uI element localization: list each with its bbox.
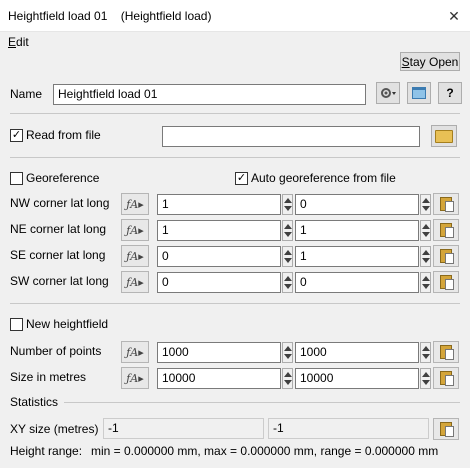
size-x-input[interactable]: 10000 [157,368,281,389]
corner-lat-input[interactable]: 0 [157,272,281,293]
corner-label: NW corner lat long [10,196,110,210]
spinner[interactable] [282,220,293,241]
spinner[interactable] [282,194,293,215]
new-heightfield-checkbox[interactable] [10,318,23,331]
read-from-file-label: Read from file [26,128,101,142]
georeference-label: Georeference [26,171,100,185]
spinner[interactable] [420,194,431,215]
browse-button[interactable] [431,125,457,147]
stay-open-label: tay Open [409,54,459,69]
close-button[interactable]: ✕ [446,8,462,24]
size-y-input[interactable]: 10000 [295,368,419,389]
stay-open-mnemonic: S [401,54,410,69]
spinner[interactable] [420,368,431,389]
corner-label: NE corner lat long [10,222,107,236]
help-button[interactable]: ? [438,82,462,104]
corner-lat-input[interactable]: 0 [157,246,281,267]
corner-long-input[interactable]: 1 [295,246,419,267]
expression-button[interactable]: ƒA▸ [121,219,149,241]
name-label: Name [10,87,43,101]
settings-button[interactable] [376,82,400,104]
clipboard-icon [440,275,454,290]
menu-edit-mnemonic: E [8,35,17,49]
stay-open-button[interactable]: Stay Open [400,52,460,71]
new-heightfield-label: New heightfield [26,317,109,331]
window-button[interactable] [407,82,431,104]
spinner[interactable] [420,246,431,267]
separator [10,303,460,304]
height-range-value: min = 0.000000 mm, max = 0.000000 mm, ra… [91,444,439,458]
spinner[interactable] [282,272,293,293]
points-y-input[interactable]: 1000 [295,342,419,363]
expression-button[interactable]: ƒA▸ [121,193,149,215]
number-of-points-label: Number of points [10,344,102,358]
auto-georeference-label: Auto georeference from file [251,171,396,185]
name-input[interactable]: Heightfield load 01 [53,84,366,105]
spinner[interactable] [420,272,431,293]
spinner[interactable] [282,246,293,267]
file-path-input[interactable] [162,126,420,147]
corner-lat-input[interactable]: 1 [157,194,281,215]
spinner[interactable] [420,342,431,363]
clipboard-icon [440,371,454,386]
corner-lat-input[interactable]: 1 [157,220,281,241]
window-title: Heightfield load 01 (Heightfield load) [8,9,212,23]
separator [10,157,460,158]
expression-button[interactable]: ƒA▸ [121,245,149,267]
corner-label: SE corner lat long [10,248,106,262]
clipboard-icon [440,197,454,212]
clipboard-icon [440,249,454,264]
corner-long-input[interactable]: 0 [295,272,419,293]
clipboard-icon [440,345,454,360]
xy-size-label: XY size (metres) [10,422,99,436]
clipboard-icon [440,422,454,437]
folder-icon [435,129,453,143]
paste-button[interactable] [433,193,459,215]
paste-button[interactable] [433,341,459,363]
spinner[interactable] [282,368,293,389]
statistics-title: Statistics [10,395,59,409]
read-from-file-checkbox[interactable]: ✓ [10,129,23,142]
separator [10,113,460,114]
paste-button[interactable] [433,367,459,389]
expression-button[interactable]: ƒA▸ [121,271,149,293]
points-x-input[interactable]: 1000 [157,342,281,363]
separator [64,402,460,403]
spinner[interactable] [282,342,293,363]
expression-button[interactable]: ƒA▸ [121,367,149,389]
expression-button[interactable]: ƒA▸ [121,341,149,363]
paste-button[interactable] [433,245,459,267]
gear-icon [380,86,396,100]
paste-button[interactable] [433,219,459,241]
corner-label: SW corner lat long [10,274,109,288]
corner-long-input[interactable]: 1 [295,220,419,241]
corner-long-input[interactable]: 0 [295,194,419,215]
auto-georeference-checkbox[interactable]: ✓ [235,172,248,185]
size-in-metres-label: Size in metres [10,370,87,384]
paste-button[interactable] [433,271,459,293]
paste-button[interactable] [433,418,459,440]
georeference-checkbox[interactable] [10,172,23,185]
spinner[interactable] [420,220,431,241]
xy-size-y-field: -1 [268,418,429,439]
window-icon [412,87,426,99]
menu-edit[interactable]: Edit [8,35,29,49]
xy-size-x-field: -1 [103,418,264,439]
height-range-label: Height range: [10,444,83,458]
clipboard-icon [440,223,454,238]
menu-edit-label: dit [16,35,29,49]
